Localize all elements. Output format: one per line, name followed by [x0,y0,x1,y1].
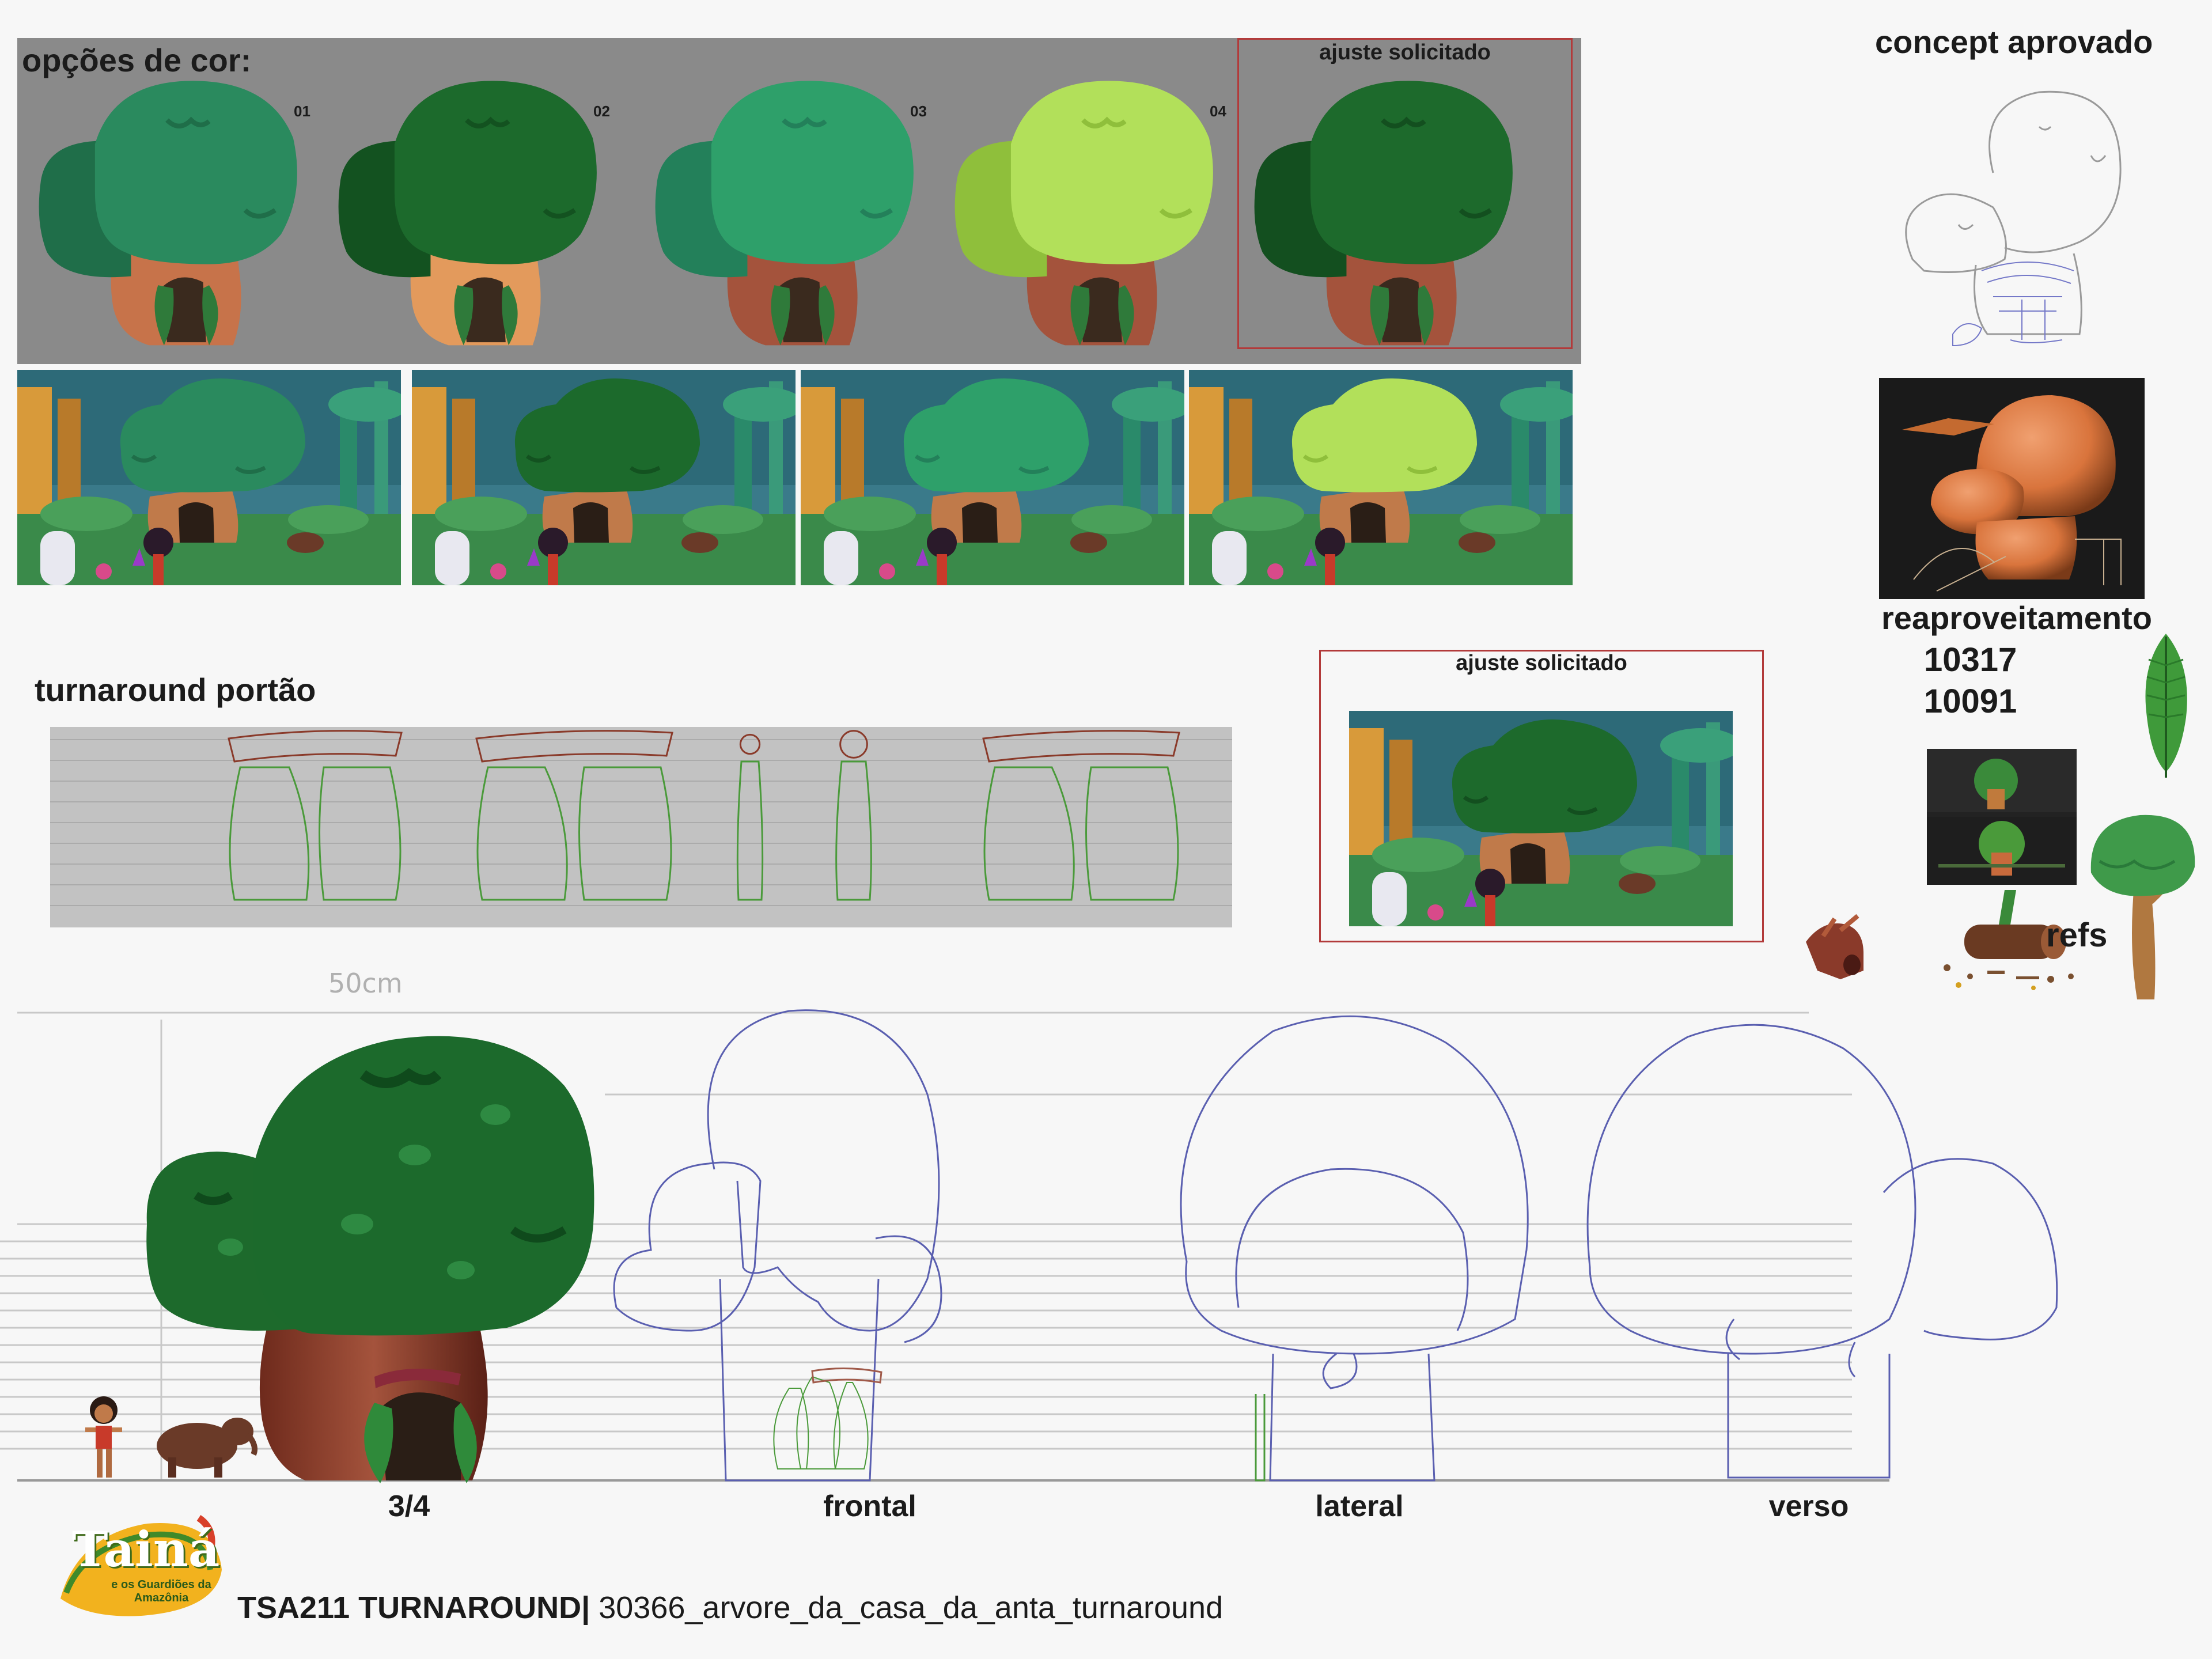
logo-subtitle: e os Guardiões da Amazônia [111,1578,211,1604]
color-option-tree-3 [655,81,914,346]
color-option-tree-2 [338,81,597,346]
tree-frontal-outline [613,1009,942,1482]
gate-view-3 [736,733,764,901]
color-option-number-4: 04 [1210,103,1226,120]
gate-turnaround-title: turnaround portão [35,672,316,708]
tree-ref-image [2090,815,2195,999]
leaf-ref-image [2145,634,2187,778]
ajuste-label-top: ajuste solicitado [1319,40,1491,65]
scene-preview-3 [801,370,1184,585]
adjustment-title: ajuste solicitado [1456,651,1627,675]
adjustment-scene [1349,711,1733,926]
tree-back-outline [1586,1024,2058,1479]
color-option-number-2: 02 [593,103,610,120]
approved-concept-title: concept aprovado [1875,24,2153,60]
logo-text: Tainá [72,1521,220,1578]
character-tapir-figure [157,1418,257,1478]
character-taina-figure [85,1396,122,1478]
ajuste-frame-top [1237,38,1573,349]
ref-thumb-scenes [1927,749,2077,885]
gate-turnaround-panel [50,727,1232,927]
reuse-code-1: 10317 [1924,641,2017,679]
color-option-tree-1 [39,81,297,346]
reuse-title: reaproveitamento [1881,600,2152,636]
footer-filename: 30366_arvore_da_casa_da_anta_turnaround [599,1590,1224,1625]
gate-view-1 [228,730,403,901]
tree-lateral-outline [1180,1015,1529,1482]
chimney-ref-image [1806,914,1863,979]
sculpt-render [1879,378,2145,599]
color-option-number-3: 03 [910,103,927,120]
view-label-frontal: frontal [823,1490,916,1523]
footer-code: TSA211 TURNAROUND| [237,1590,590,1625]
scene-preview-4 [1189,370,1573,585]
gate-view-4 [835,730,872,901]
color-option-tree-4 [955,81,1213,346]
reuse-code-2: 10091 [1924,683,2017,720]
view-label-lateral: lateral [1315,1490,1404,1523]
approved-concept-sketch [1905,90,2122,347]
view-label-verso: verso [1768,1490,1849,1523]
gate-view-2 [475,730,673,901]
gate-view-5 [982,730,1180,901]
color-option-number-1: 01 [294,103,310,120]
scene-preview-1 [17,370,401,585]
footer-caption: TSA211 TURNAROUND| 30366_arvore_da_casa_… [237,1590,1223,1626]
refs-label: refs [2046,916,2108,954]
scene-preview-2 [412,370,796,585]
view-label-3-4: 3/4 [388,1490,430,1523]
